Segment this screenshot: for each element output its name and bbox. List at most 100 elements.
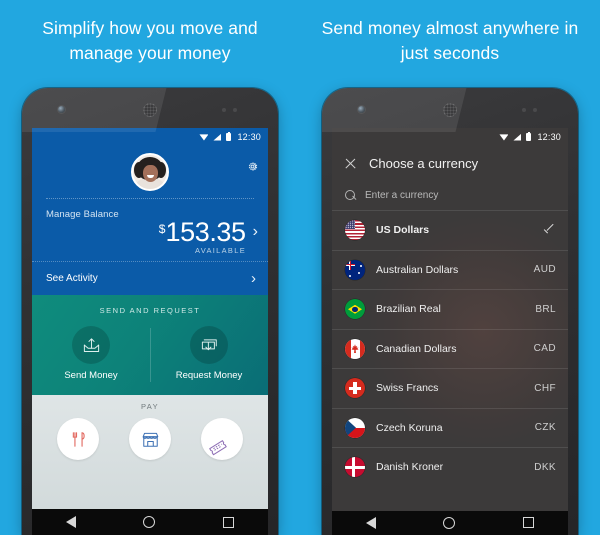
front-camera-icon (58, 106, 65, 113)
headline-left: Simplify how you move and manage your mo… (42, 18, 258, 63)
currency-picker-header: Choose a currency (332, 146, 568, 180)
phone-screen-right: 12:30 Choose a currency Enter a currency (332, 128, 568, 535)
battery-icon (526, 132, 532, 141)
gear-icon[interactable] (246, 160, 259, 173)
list-item[interactable]: Czech Koruna CZK (332, 407, 568, 448)
balance-card: Manage Balance $ 153.35 › AVAILABLE See … (32, 146, 268, 295)
us-flag-icon (345, 220, 365, 241)
list-item[interactable]: Australian Dollars AUD (332, 249, 568, 290)
request-money-icon (190, 326, 228, 364)
status-bar: 12:30 (332, 128, 568, 146)
list-item[interactable]: Danish Kroner DKK (332, 447, 568, 487)
nav-recents-icon[interactable] (223, 516, 235, 528)
send-request-title: SEND AND REQUEST (99, 306, 201, 315)
currency-name: Danish Kroner (376, 461, 444, 474)
currency-name: Swiss Francs (376, 382, 439, 395)
currency-code: DKK (534, 461, 556, 473)
see-activity-label: See Activity (46, 273, 98, 284)
currency-name: Czech Koruna (376, 421, 443, 434)
store-icon[interactable] (129, 418, 171, 460)
ch-flag-icon (345, 378, 365, 399)
currency-name: Canadian Dollars (376, 342, 457, 355)
list-item[interactable]: Brazilian Real BRL (332, 289, 568, 329)
currency-code: CHF (534, 382, 556, 394)
nav-back-icon[interactable] (365, 516, 376, 529)
send-request-section: SEND AND REQUEST Send Money Request Mone… (32, 295, 268, 395)
currency-search-field[interactable]: Enter a currency (332, 180, 568, 210)
earpiece-speaker-icon (143, 103, 157, 117)
panel-currency: Send money almost anywhere in just secon… (300, 0, 600, 535)
ticket-icon[interactable] (201, 418, 243, 460)
list-item[interactable]: US Dollars (332, 210, 568, 250)
ca-flag-icon (345, 338, 365, 359)
headline-right: Send money almost anywhere in just secon… (321, 18, 579, 63)
earpiece-speaker-icon (443, 103, 457, 117)
send-money-button[interactable]: Send Money (32, 326, 150, 381)
android-nav-bar (32, 509, 268, 535)
dk-flag-icon (345, 457, 365, 478)
battery-icon (226, 132, 232, 141)
currency-symbol: $ (158, 222, 166, 236)
balance-amount: $ 153.35 › (159, 219, 258, 246)
wifi-icon (499, 134, 508, 141)
pay-row (32, 418, 268, 460)
front-camera-icon (358, 106, 365, 113)
promo-screenshot: Simplify how you move and manage your mo… (0, 0, 600, 535)
wifi-icon (199, 134, 208, 141)
page-title: Choose a currency (369, 155, 479, 171)
currency-code: CZK (534, 422, 556, 434)
balance-value: 153.35 (165, 217, 246, 247)
currency-name: US Dollars (376, 224, 430, 237)
nav-home-icon[interactable] (143, 516, 156, 528)
send-request-row: Send Money Request Money (32, 326, 268, 382)
proximity-sensor-icon (522, 108, 544, 113)
wallet-header (32, 146, 268, 198)
pay-title: PAY (140, 402, 160, 411)
avatar[interactable] (131, 153, 169, 191)
send-money-icon (72, 326, 110, 364)
request-money-label: Request Money (175, 370, 243, 381)
wallet-home: Manage Balance $ 153.35 › AVAILABLE See … (32, 146, 268, 535)
pay-section: PAY (32, 395, 268, 509)
list-item[interactable]: Canadian Dollars CAD (332, 328, 568, 369)
see-activity-row[interactable]: See Activity › (32, 261, 268, 295)
phone-screen-left: 12:30 Manage Balance $ 153.35 › AVAILABL… (32, 128, 268, 535)
android-nav-bar (332, 510, 568, 535)
search-icon (345, 189, 356, 201)
chevron-right-icon: › (252, 223, 258, 240)
currency-code: CAD (533, 343, 556, 355)
currency-picker-body: Choose a currency Enter a currency US Do… (332, 146, 568, 511)
close-icon[interactable] (344, 157, 357, 170)
search-input[interactable]: Enter a currency (365, 190, 438, 201)
br-flag-icon (345, 299, 365, 320)
currency-name: Australian Dollars (376, 263, 459, 276)
send-money-label: Send Money (64, 370, 118, 381)
nav-back-icon[interactable] (65, 516, 76, 528)
panel-wallet: Simplify how you move and manage your mo… (0, 0, 300, 535)
divider (150, 328, 151, 382)
phone-device-left: 12:30 Manage Balance $ 153.35 › AVAILABL… (22, 88, 278, 535)
status-time: 12:30 (237, 132, 261, 142)
au-flag-icon (345, 259, 365, 280)
status-bar: 12:30 (32, 128, 268, 146)
balance-sublabel: AVAILABLE (194, 246, 246, 255)
manage-balance-row[interactable]: Manage Balance $ 153.35 › AVAILABLE (32, 199, 268, 261)
signal-icon (213, 133, 222, 141)
chevron-right-icon: › (251, 270, 256, 287)
nav-recents-icon[interactable] (523, 517, 535, 529)
request-money-button[interactable]: Request Money (150, 326, 268, 381)
currency-list[interactable]: US Dollars Australian Dollars AUD Brazil… (332, 210, 568, 511)
signal-icon (513, 133, 522, 141)
restaurant-icon[interactable] (57, 418, 99, 460)
currency-code: BRL (535, 303, 556, 315)
currency-code: AUD (533, 264, 556, 276)
status-time: 12:30 (537, 132, 561, 142)
nav-home-icon[interactable] (443, 516, 456, 529)
list-item[interactable]: Swiss Francs CHF (332, 368, 568, 408)
proximity-sensor-icon (222, 108, 244, 113)
currency-picker: Choose a currency Enter a currency US Do… (332, 146, 568, 535)
check-icon (544, 226, 556, 235)
cz-flag-icon (345, 417, 365, 438)
phone-device-right: 12:30 Choose a currency Enter a currency (322, 88, 578, 535)
currency-name: Brazilian Real (376, 303, 441, 316)
